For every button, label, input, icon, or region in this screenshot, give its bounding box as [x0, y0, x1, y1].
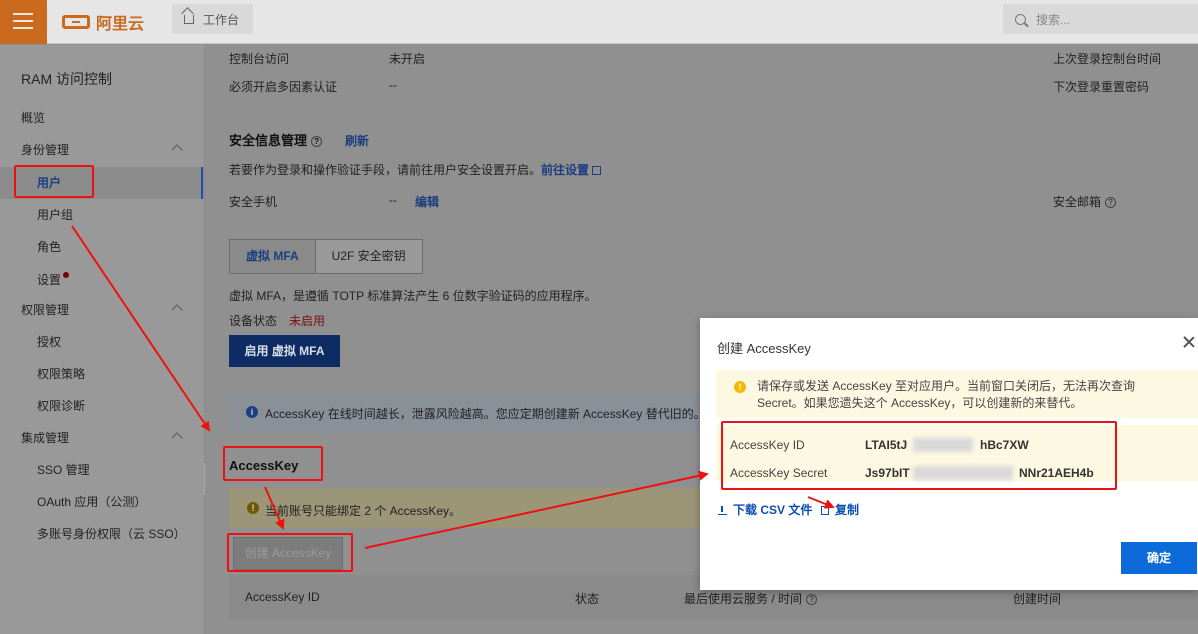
close-icon[interactable]: [1182, 335, 1196, 349]
next-reset-label: 下次登录重置密码: [1053, 80, 1150, 94]
sidebar-item-label: 设置: [37, 273, 62, 287]
download-csv-link[interactable]: 下载 CSV 文件: [718, 501, 812, 518]
help-icon[interactable]: ?: [806, 594, 818, 606]
chevron-up-icon: [171, 144, 183, 156]
enable-mfa-button[interactable]: 启用 虚拟 MFA: [229, 335, 340, 367]
external-link-icon: [592, 166, 602, 176]
sidebar-group-label: 集成管理: [21, 431, 70, 445]
email-label: 安全邮箱?: [1053, 193, 1117, 210]
brand-name: 阿里云: [96, 16, 145, 33]
sidebar-item-grant[interactable]: 授权: [37, 326, 61, 358]
copy-link[interactable]: 复制: [821, 501, 859, 518]
sidebar-item-sso[interactable]: SSO 管理: [37, 454, 90, 486]
brand-logo[interactable]: 阿里云: [62, 11, 144, 33]
warning-icon: !: [734, 381, 746, 393]
mfa-desc: 虚拟 MFA，是遵循 TOTP 标准算法产生 6 位数字验证码的应用程序。: [229, 289, 597, 303]
sidebar: RAM 访问控制 概览 身份管理 用户 用户组 角色 设置 权限管理 授权 权限…: [0, 45, 205, 634]
sidebar-item-user-groups[interactable]: 用户组: [37, 199, 73, 231]
sidebar-item-overview[interactable]: 概览: [21, 102, 45, 134]
tab-virtual-mfa[interactable]: 虚拟 MFA: [230, 240, 316, 273]
download-csv-label: 下载 CSV 文件: [733, 503, 813, 517]
col-last-used-text: 最后使用云服务 / 时间: [684, 592, 803, 606]
notification-dot: [63, 272, 70, 278]
phone-label: 安全手机: [229, 195, 278, 209]
device-status-label: 设备状态: [229, 314, 278, 328]
dialog-warning: ! 请保存或发送 AccessKey 至对应用户。当前窗口关闭后，无法再次查询 …: [716, 370, 1198, 418]
sidebar-title: RAM 访问控制: [21, 71, 112, 87]
aliyun-logo-icon: [62, 15, 90, 29]
home-icon: [184, 14, 194, 24]
refresh-link[interactable]: 刷新: [345, 132, 369, 149]
help-icon[interactable]: ?: [1105, 197, 1117, 209]
console-access-label: 控制台访问: [229, 52, 290, 66]
active-item-bar: [201, 167, 203, 199]
info-icon: i: [246, 406, 258, 418]
sidebar-item-roles[interactable]: 角色: [37, 231, 61, 263]
sidebar-item-diagnosis[interactable]: 权限诊断: [37, 390, 85, 422]
phone-value: --: [389, 193, 397, 207]
help-icon[interactable]: ?: [311, 136, 323, 148]
tab-u2f[interactable]: U2F 安全密钥: [315, 240, 422, 273]
col-status: 状态: [575, 592, 600, 606]
col-accesskey-id: AccessKey ID: [245, 590, 320, 604]
sidebar-item-multi-account[interactable]: 多账号身份权限（云 SSO）: [37, 518, 186, 550]
last-login-label: 上次登录控制台时间: [1053, 52, 1162, 66]
annotation-box-create-button: [227, 533, 353, 572]
annotation-box-users: [14, 165, 94, 198]
sidebar-item-oauth[interactable]: OAuth 应用（公测）: [37, 486, 146, 518]
col-created: 创建时间: [1013, 592, 1062, 606]
edit-phone-link[interactable]: 编辑: [415, 193, 439, 210]
mfa-type-tabs: 虚拟 MFA U2F 安全密钥: [229, 239, 423, 274]
copy-label: 复制: [835, 503, 860, 517]
sidebar-group-identity[interactable]: 身份管理: [21, 134, 205, 166]
warning-text: 当前账号只能绑定 2 个 AccessKey。: [265, 504, 462, 518]
mfa-required-value: --: [389, 78, 397, 92]
security-desc: 若要作为登录和操作验证手段，请前往用户安全设置开启。前往设置: [229, 161, 602, 178]
top-bar: 阿里云 工作台 搜索...: [0, 0, 1198, 44]
sidebar-group-permission[interactable]: 权限管理: [21, 294, 205, 326]
workbench-button[interactable]: 工作台: [172, 4, 253, 34]
email-label-text: 安全邮箱: [1053, 195, 1102, 209]
sidebar-group-label: 身份管理: [21, 143, 70, 157]
dialog-title: 创建 AccessKey: [717, 341, 811, 356]
device-status-value: 未启用: [289, 314, 326, 328]
annotation-box-accesskey-title: [223, 446, 323, 481]
chevron-up-icon: [171, 304, 183, 316]
goto-settings-link[interactable]: 前往设置: [541, 163, 589, 177]
security-desc-text: 若要作为登录和操作验证手段，请前往用户安全设置开启。: [229, 163, 542, 177]
workbench-label: 工作台: [203, 12, 240, 27]
download-icon: [718, 506, 727, 516]
info-text: AccessKey 在线时间越长，泄露风险越高。您应定期创建新 AccessKe…: [265, 407, 706, 421]
search-icon: [1015, 13, 1026, 25]
dialog-warning-text: 请保存或发送 AccessKey 至对应用户。当前窗口关闭后，无法再次查询 Se…: [757, 379, 1136, 410]
warning-icon: !: [247, 502, 259, 514]
search-input[interactable]: 搜索...: [1003, 4, 1198, 34]
annotation-box-credentials: [721, 421, 1117, 490]
mfa-required-label: 必须开启多因素认证: [229, 80, 338, 94]
security-section-title: 安全信息管理?: [229, 130, 323, 149]
sidebar-item-policies[interactable]: 权限策略: [37, 358, 85, 390]
sidebar-group-integration[interactable]: 集成管理: [21, 422, 205, 454]
sidebar-group-label: 权限管理: [21, 303, 70, 317]
copy-icon: [821, 506, 829, 516]
col-last-used: 最后使用云服务 / 时间?: [684, 590, 818, 607]
menu-icon[interactable]: [0, 0, 47, 44]
console-access-value: 未开启: [389, 52, 426, 66]
security-title-text: 安全信息管理: [229, 133, 308, 148]
chevron-up-icon: [171, 432, 183, 444]
sidebar-item-settings[interactable]: 设置: [37, 264, 70, 296]
ok-button[interactable]: 确定: [1121, 542, 1197, 574]
search-placeholder: 搜索...: [1036, 12, 1071, 27]
